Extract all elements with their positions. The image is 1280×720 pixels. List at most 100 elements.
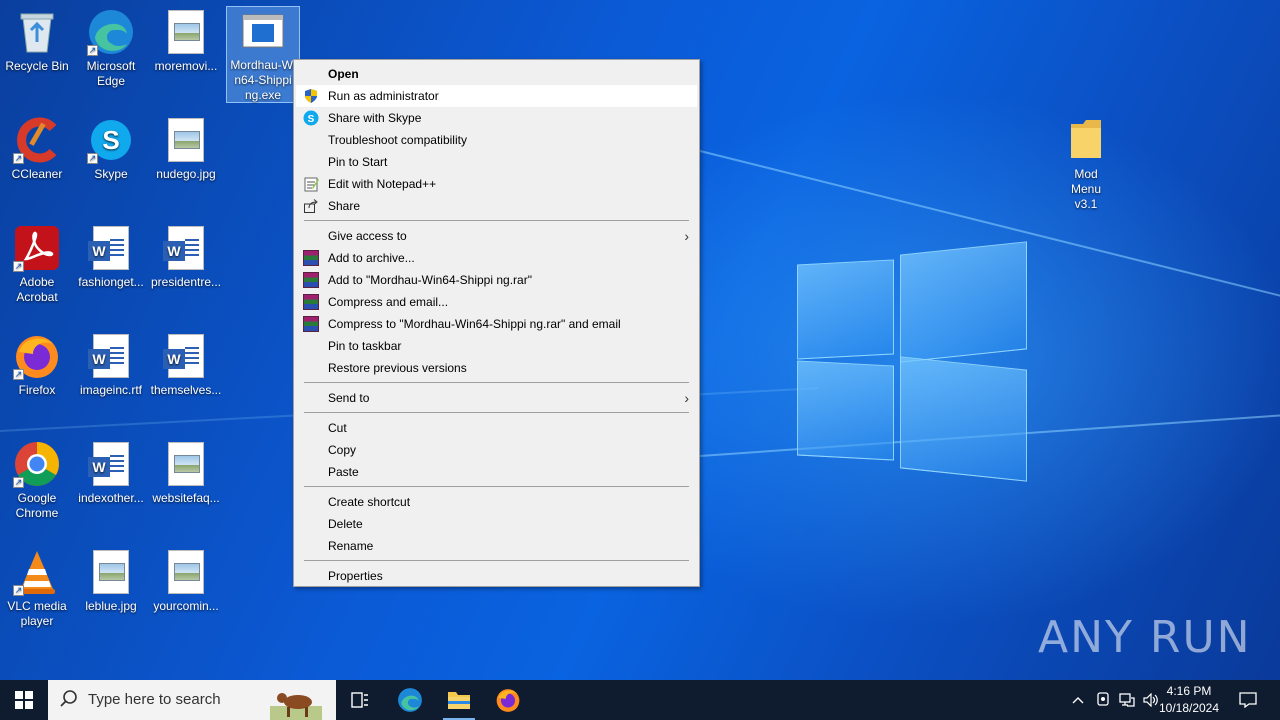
menu-item-add-to-rar[interactable]: Add to "Mordhau-Win64-Shippi ng.rar" bbox=[294, 269, 699, 291]
menu-item-cut[interactable]: Cut bbox=[294, 417, 699, 439]
windows-logo-icon bbox=[15, 691, 33, 709]
menu-item-add-to-archive[interactable]: Add to archive... bbox=[294, 247, 699, 269]
word-doc-icon: W bbox=[87, 332, 135, 380]
winrar-icon bbox=[303, 272, 319, 288]
menu-separator bbox=[304, 412, 689, 413]
vlc-icon: ↗ bbox=[13, 548, 61, 596]
recycle-bin-icon bbox=[13, 8, 61, 56]
menu-item-rename[interactable]: Rename bbox=[294, 535, 699, 557]
desktop-icon-adobe-acrobat[interactable]: ↗ Adobe Acrobat bbox=[0, 224, 74, 305]
edge-icon bbox=[398, 688, 422, 712]
winrar-icon bbox=[303, 316, 319, 332]
skype-icon: S ↗ bbox=[87, 116, 135, 164]
folder-icon bbox=[448, 692, 470, 709]
desktop-icon-mod-menu-folder[interactable]: Mod Menu v3.1 bbox=[1049, 116, 1123, 212]
uac-shield-icon bbox=[303, 88, 319, 104]
desktop-icon-indexother[interactable]: W indexother... bbox=[74, 440, 148, 506]
menu-item-send-to[interactable]: Send to › bbox=[294, 387, 699, 409]
desktop-icon-mordhau-exe[interactable]: Mordhau-Wi n64-Shippi ng.exe bbox=[226, 6, 300, 103]
notifications-button[interactable] bbox=[1230, 680, 1266, 720]
desktop-icon-websitefaq[interactable]: websitefaq... bbox=[149, 440, 223, 506]
notepadpp-icon bbox=[303, 176, 319, 192]
taskbar-clock[interactable]: 4:16 PM 10/18/2024 bbox=[1154, 683, 1224, 717]
word-doc-icon: W bbox=[162, 224, 210, 272]
clock-date: 10/18/2024 bbox=[1158, 701, 1220, 715]
menu-item-copy[interactable]: Copy bbox=[294, 439, 699, 461]
menu-item-share-with-skype[interactable]: S Share with Skype bbox=[294, 107, 699, 129]
svg-text:S: S bbox=[308, 114, 315, 125]
menu-separator bbox=[304, 220, 689, 221]
menu-separator bbox=[304, 382, 689, 383]
menu-item-compress-to-rar-and-email[interactable]: Compress to "Mordhau-Win64-Shippi ng.rar… bbox=[294, 313, 699, 335]
menu-item-open[interactable]: Open bbox=[294, 63, 699, 85]
show-hidden-icons-button[interactable] bbox=[1068, 680, 1088, 720]
word-doc-icon: W bbox=[87, 440, 135, 488]
menu-item-properties[interactable]: Properties bbox=[294, 565, 699, 587]
clock-time: 4:16 PM bbox=[1166, 684, 1212, 698]
menu-separator bbox=[304, 486, 689, 487]
svg-text:S: S bbox=[102, 125, 119, 155]
image-file-icon bbox=[87, 548, 135, 596]
chevron-right-icon: › bbox=[684, 228, 689, 244]
taskbar-edge[interactable] bbox=[390, 680, 430, 720]
image-file-icon bbox=[162, 116, 210, 164]
edge-icon: ↗ bbox=[87, 8, 135, 56]
folder-icon bbox=[1062, 116, 1110, 164]
desktop-icon-ccleaner[interactable]: ↗ CCleaner bbox=[0, 116, 74, 182]
ccleaner-icon: ↗ bbox=[13, 116, 61, 164]
taskbar-firefox[interactable] bbox=[488, 680, 528, 720]
menu-item-restore-previous-versions[interactable]: Restore previous versions bbox=[294, 357, 699, 379]
search-placeholder: Type here to search bbox=[88, 691, 221, 708]
chevron-up-icon bbox=[1072, 697, 1084, 704]
firefox-icon bbox=[496, 689, 520, 712]
desktop-icon-themselves[interactable]: W themselves... bbox=[149, 332, 223, 398]
tray-device-icon[interactable] bbox=[1092, 680, 1114, 720]
desktop-icon-google-chrome[interactable]: ↗ Google Chrome bbox=[0, 440, 74, 521]
device-icon bbox=[1097, 692, 1109, 706]
image-file-icon bbox=[162, 548, 210, 596]
menu-separator bbox=[304, 560, 689, 561]
menu-item-share[interactable]: Share bbox=[294, 195, 699, 217]
menu-item-delete[interactable]: Delete bbox=[294, 513, 699, 535]
taskbar: Type here to search 4:16 PM 10/18/2024 bbox=[0, 680, 1280, 720]
menu-item-paste[interactable]: Paste bbox=[294, 461, 699, 483]
image-file-icon bbox=[162, 8, 210, 56]
acrobat-icon: ↗ bbox=[13, 224, 61, 272]
start-button[interactable] bbox=[0, 680, 48, 720]
menu-item-give-access-to[interactable]: Give access to › bbox=[294, 225, 699, 247]
menu-item-compress-and-email[interactable]: Compress and email... bbox=[294, 291, 699, 313]
word-doc-icon: W bbox=[162, 332, 210, 380]
task-view-button[interactable] bbox=[340, 680, 380, 720]
firefox-icon: ↗ bbox=[13, 332, 61, 380]
taskbar-file-explorer[interactable] bbox=[439, 680, 479, 720]
menu-item-run-as-administrator[interactable]: Run as administrator bbox=[296, 85, 697, 107]
desktop-icon-yourcomin[interactable]: yourcomin... bbox=[149, 548, 223, 614]
desktop-icon-skype[interactable]: S ↗ Skype bbox=[74, 116, 148, 182]
menu-item-pin-to-taskbar[interactable]: Pin to taskbar bbox=[294, 335, 699, 357]
desktop-icon-nudego[interactable]: nudego.jpg bbox=[149, 116, 223, 182]
desktop-icon-microsoft-edge[interactable]: ↗ Microsoft Edge bbox=[74, 8, 148, 89]
desktop-icon-leblue[interactable]: leblue.jpg bbox=[74, 548, 148, 614]
desktop-icon-moremovi[interactable]: moremovi... bbox=[149, 8, 223, 74]
desktop-icon-imageinc[interactable]: W imageinc.rtf bbox=[74, 332, 148, 398]
exe-file-icon bbox=[239, 7, 287, 55]
menu-item-troubleshoot-compatibility[interactable]: Troubleshoot compatibility bbox=[294, 129, 699, 151]
desktop-icon-vlc[interactable]: ↗ VLC media player bbox=[0, 548, 74, 629]
chevron-right-icon: › bbox=[684, 390, 689, 406]
desktop-icon-presidentre[interactable]: W presidentre... bbox=[149, 224, 223, 290]
tray-network-icon[interactable] bbox=[1116, 680, 1138, 720]
menu-item-pin-to-start[interactable]: Pin to Start bbox=[294, 151, 699, 173]
share-icon bbox=[303, 198, 319, 214]
winrar-icon bbox=[303, 294, 319, 310]
desktop-icon-recycle-bin[interactable]: Recycle Bin bbox=[0, 8, 74, 74]
search-highlight-cow-icon bbox=[270, 680, 322, 720]
network-icon bbox=[1119, 693, 1135, 707]
chrome-icon: ↗ bbox=[13, 440, 61, 488]
menu-item-edit-with-notepadpp[interactable]: Edit with Notepad++ bbox=[294, 173, 699, 195]
winrar-icon bbox=[303, 250, 319, 266]
desktop-icon-firefox[interactable]: ↗ Firefox bbox=[0, 332, 74, 398]
taskbar-search-box[interactable]: Type here to search bbox=[48, 680, 336, 720]
desktop-icon-fashionget[interactable]: W fashionget... bbox=[74, 224, 148, 290]
menu-item-create-shortcut[interactable]: Create shortcut bbox=[294, 491, 699, 513]
context-menu: Open Run as administrator S Share with S… bbox=[293, 59, 700, 587]
